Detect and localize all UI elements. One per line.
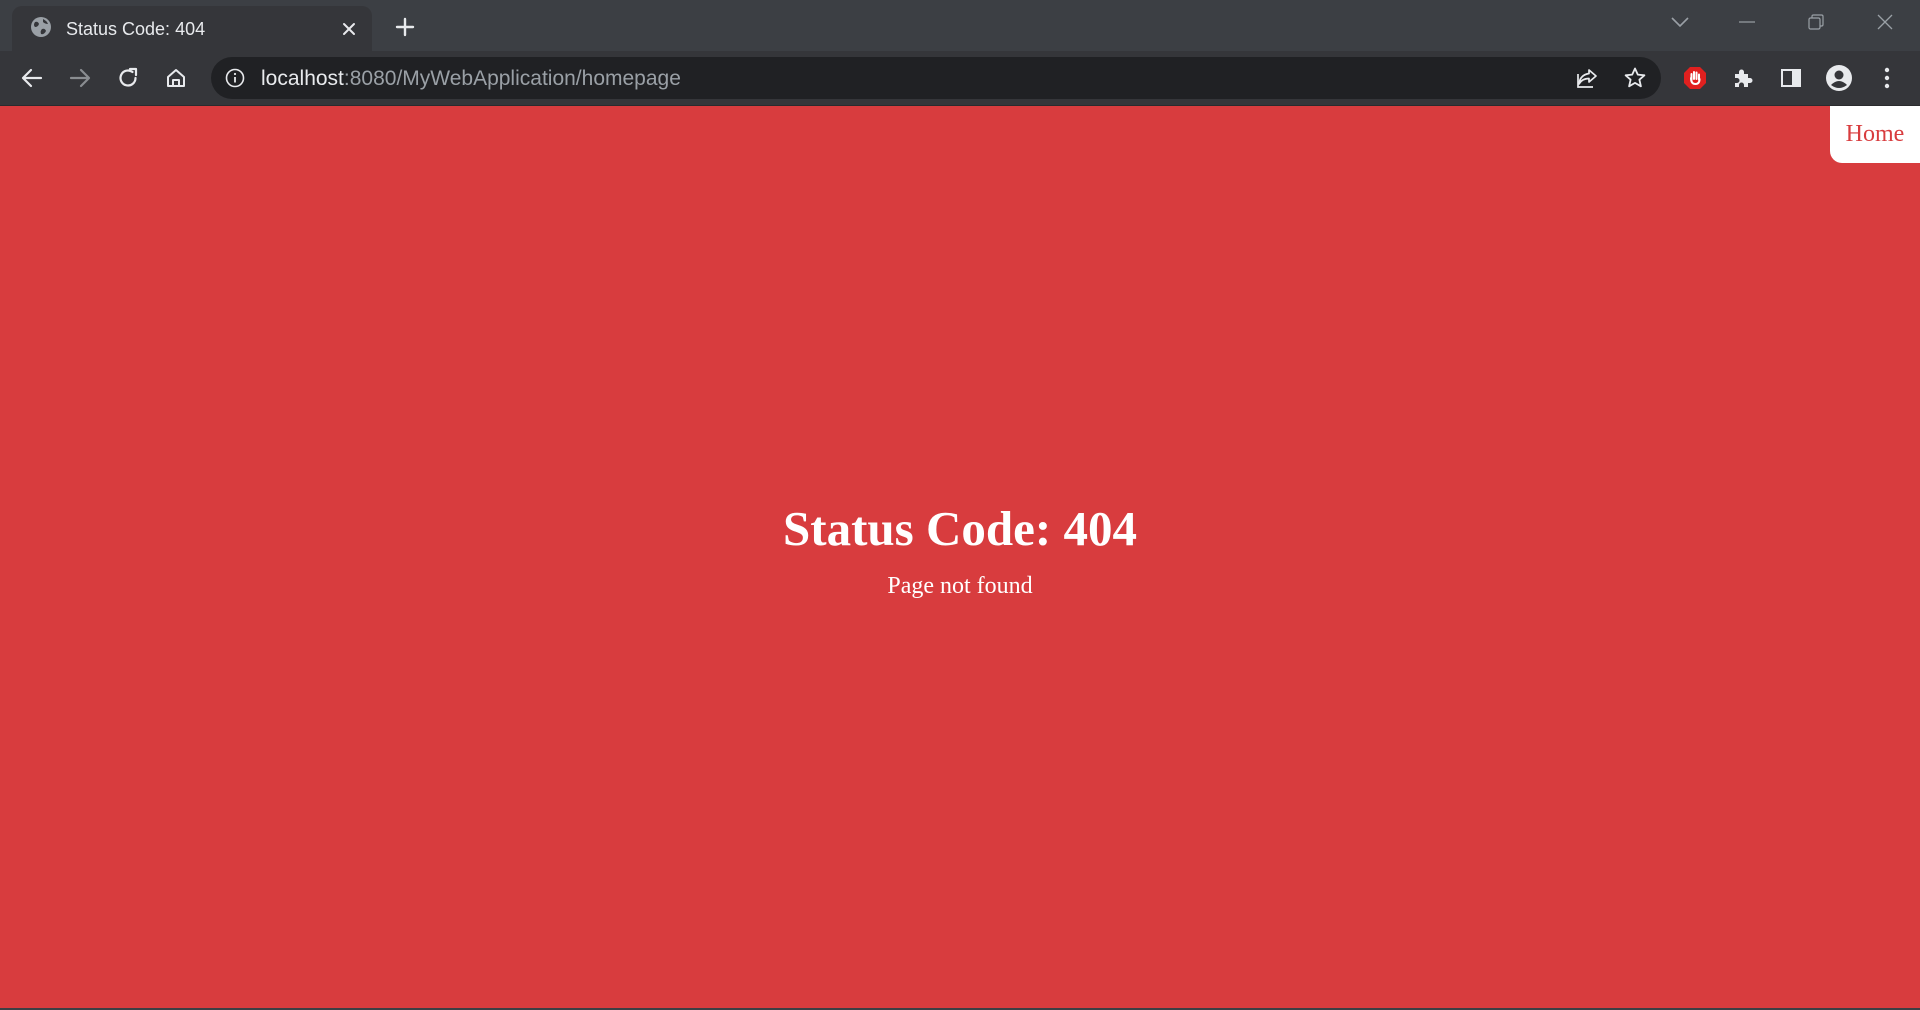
- error-title: Status Code: 404: [783, 501, 1137, 556]
- stop-hand-icon: [1684, 67, 1706, 89]
- error-container: Status Code: 404 Page not found: [0, 500, 1920, 600]
- restore-icon: [1808, 14, 1824, 30]
- reload-button[interactable]: [110, 60, 146, 96]
- globe-icon: [30, 16, 52, 38]
- extension-adblock-button[interactable]: [1677, 60, 1713, 96]
- url-path: :8080/MyWebApplication/homepage: [343, 67, 681, 90]
- home-icon: [167, 69, 185, 87]
- tab-strip: Status Code: 404: [0, 0, 1920, 51]
- error-message: Page not found: [887, 573, 1033, 599]
- url-host: localhost: [261, 67, 344, 90]
- forward-button[interactable]: [62, 60, 98, 96]
- new-tab-button[interactable]: [390, 12, 420, 42]
- back-button[interactable]: [14, 60, 50, 96]
- profile-button[interactable]: [1821, 60, 1857, 96]
- close-window-button[interactable]: [1865, 8, 1905, 36]
- avatar-icon: [1826, 65, 1852, 91]
- puzzle-icon: [1735, 69, 1753, 87]
- close-tab-icon[interactable]: [338, 18, 360, 40]
- bookmark-star-icon[interactable]: [1620, 63, 1650, 93]
- side-panel-icon: [1781, 69, 1801, 87]
- kebab-menu-icon: [1884, 67, 1890, 89]
- chevron-down-icon: [1671, 17, 1689, 27]
- close-icon: [1877, 14, 1893, 30]
- page-viewport: Home Status Code: 404 Page not found: [0, 106, 1920, 1010]
- arrow-left-icon: [21, 68, 43, 88]
- share-icon[interactable]: [1572, 63, 1602, 93]
- tab-active[interactable]: Status Code: 404: [12, 6, 372, 51]
- home-link[interactable]: Home: [1830, 106, 1920, 163]
- minimize-icon: [1739, 21, 1755, 23]
- side-panel-button[interactable]: [1773, 60, 1809, 96]
- plus-icon: [395, 17, 415, 37]
- url-text[interactable]: localhost:8080/MyWebApplication/homepage: [261, 67, 681, 91]
- reload-icon: [119, 67, 138, 87]
- tab-search-button[interactable]: [1660, 8, 1700, 36]
- address-bar[interactable]: localhost:8080/MyWebApplication/homepage: [211, 57, 1661, 99]
- extensions-button[interactable]: [1725, 60, 1761, 96]
- restore-button[interactable]: [1796, 8, 1836, 36]
- minimize-button[interactable]: [1727, 8, 1767, 36]
- arrow-right-icon: [69, 68, 91, 88]
- site-info-icon[interactable]: [223, 66, 247, 90]
- browser-window: Status Code: 404 localhost:8080/MyWebApp…: [0, 0, 1920, 1010]
- home-button[interactable]: [158, 60, 194, 96]
- tab-title: Status Code: 404: [66, 19, 206, 39]
- browser-toolbar: localhost:8080/MyWebApplication/homepage: [0, 51, 1920, 106]
- menu-button[interactable]: [1869, 60, 1905, 96]
